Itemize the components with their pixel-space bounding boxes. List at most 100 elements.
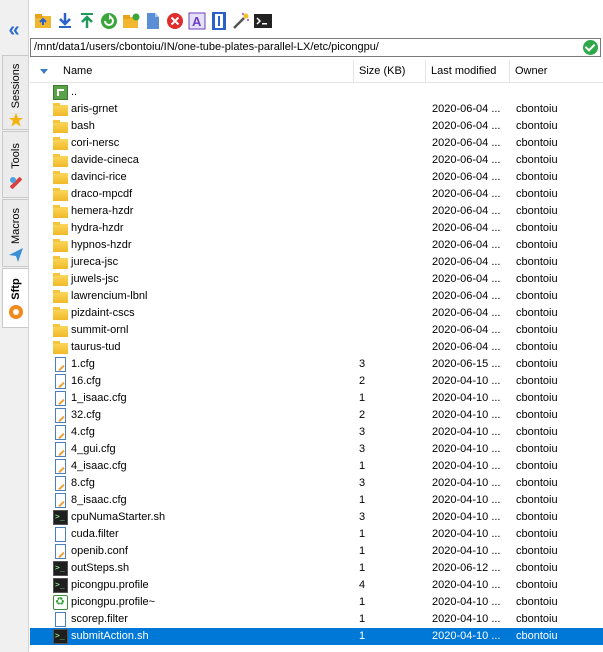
file-row[interactable]: 4_gui.cfg 3 2020-04-10 ... cbontoiu xyxy=(30,441,603,458)
upload-icon[interactable] xyxy=(78,12,96,30)
file-owner: cbontoiu xyxy=(516,154,558,166)
file-modified: 2020-04-10 ... xyxy=(432,477,501,489)
file-row[interactable]: cpuNumaStarter.sh 3 2020-04-10 ... cbontoiu xyxy=(30,508,603,526)
parent-folder-icon[interactable] xyxy=(34,12,52,30)
tab-sftp[interactable]: Sftp xyxy=(2,268,28,328)
file-modified: 2020-06-04 ... xyxy=(432,154,501,166)
file-row[interactable]: outSteps.sh 1 2020-06-12 ... cbontoiu xyxy=(30,559,603,577)
file-row[interactable]: cuda.filter 1 2020-04-10 ... cbontoiu xyxy=(30,526,603,543)
confirm-path-icon[interactable] xyxy=(583,40,598,55)
file-owner: cbontoiu xyxy=(516,562,558,574)
file-row[interactable]: jureca-jsc 2020-06-04 ... cbontoiu xyxy=(30,254,603,271)
file-name: hemera-hzdr xyxy=(71,205,134,217)
file-row[interactable]: openib.conf 1 2020-04-10 ... cbontoiu xyxy=(30,543,603,560)
file-owner: cbontoiu xyxy=(516,613,558,625)
file-row[interactable]: davinci-rice 2020-06-04 ... cbontoiu xyxy=(30,169,603,186)
file-owner: cbontoiu xyxy=(516,205,558,217)
file-row[interactable]: 8.cfg 3 2020-04-10 ... cbontoiu xyxy=(30,475,603,492)
file-row[interactable]: picongpu.profile~ 1 2020-04-10 ... cbontoiu xyxy=(30,594,603,611)
download-icon[interactable] xyxy=(56,12,74,30)
file-name: cpuNumaStarter.sh xyxy=(71,511,166,523)
file-row[interactable]: hemera-hzdr 2020-06-04 ... cbontoiu xyxy=(30,203,603,220)
edit-icon[interactable] xyxy=(210,12,228,30)
file-row[interactable]: aris-grnet 2020-06-04 ... cbontoiu xyxy=(30,101,603,118)
file-row[interactable]: cori-nersc 2020-06-04 ... cbontoiu xyxy=(30,135,603,152)
file-owner: cbontoiu xyxy=(516,528,558,540)
file-modified: 2020-06-04 ... xyxy=(432,256,501,268)
file-modified: 2020-04-10 ... xyxy=(432,613,501,625)
file-modified: 2020-04-10 ... xyxy=(432,528,501,540)
column-header-owner[interactable]: Owner xyxy=(510,60,603,82)
folder-icon xyxy=(53,340,68,355)
file-owner: cbontoiu xyxy=(516,358,558,370)
file-row[interactable]: 8_isaac.cfg 1 2020-04-10 ... cbontoiu xyxy=(30,492,603,509)
sort-arrow-icon[interactable] xyxy=(40,69,48,74)
column-header-size[interactable]: Size (KB) xyxy=(354,60,426,82)
file-name: 16.cfg xyxy=(71,375,101,387)
config-file-icon xyxy=(55,442,66,457)
file-row[interactable]: picongpu.profile 4 2020-04-10 ... cbontoiu xyxy=(30,576,603,594)
file-row[interactable]: davide-cineca 2020-06-04 ... cbontoiu xyxy=(30,152,603,169)
refresh-icon[interactable] xyxy=(100,12,118,30)
file-modified: 2020-06-15 ... xyxy=(432,358,501,370)
rename-icon[interactable]: A xyxy=(188,12,206,30)
file-owner: cbontoiu xyxy=(516,426,558,438)
file-row[interactable]: 16.cfg 2 2020-04-10 ... cbontoiu xyxy=(30,373,603,390)
tab-sessions[interactable]: Sessions xyxy=(2,55,28,130)
tab-tools[interactable]: Tools xyxy=(2,131,28,198)
folder-icon xyxy=(53,238,68,253)
terminal-icon[interactable] xyxy=(254,12,272,30)
file-owner: cbontoiu xyxy=(516,409,558,421)
file-size: 3 xyxy=(359,477,366,489)
folder-icon xyxy=(53,170,68,185)
file-row[interactable]: summit-ornl 2020-06-04 ... cbontoiu xyxy=(30,322,603,339)
file-row[interactable]: .. xyxy=(30,84,603,101)
new-folder-icon[interactable] xyxy=(122,12,140,30)
svg-text:A: A xyxy=(192,14,202,29)
delete-icon[interactable] xyxy=(166,12,184,30)
file-size: 2 xyxy=(359,409,366,421)
wrench-icon xyxy=(10,177,22,189)
file-row[interactable]: 4_isaac.cfg 1 2020-04-10 ... cbontoiu xyxy=(30,458,603,475)
file-name: submitAction.sh xyxy=(71,630,149,642)
file-row[interactable]: lawrencium-lbnl 2020-06-04 ... cbontoiu xyxy=(30,288,603,305)
file-row[interactable]: pizdaint-cscs 2020-06-04 ... cbontoiu xyxy=(30,305,603,322)
file-name: 1.cfg xyxy=(71,358,95,370)
config-file-icon xyxy=(55,408,66,423)
file-name: davinci-rice xyxy=(71,171,127,183)
file-row[interactable]: 4.cfg 3 2020-04-10 ... cbontoiu xyxy=(30,424,603,441)
file-row[interactable]: bash 2020-06-04 ... cbontoiu xyxy=(30,118,603,135)
tab-macros[interactable]: Macros xyxy=(2,199,28,267)
file-owner: cbontoiu xyxy=(516,545,558,557)
file-row[interactable]: hypnos-hzdr 2020-06-04 ... cbontoiu xyxy=(30,237,603,254)
file-owner: cbontoiu xyxy=(516,341,558,353)
file-row[interactable]: 1.cfg 3 2020-06-15 ... cbontoiu xyxy=(30,356,603,373)
file-row[interactable]: juwels-jsc 2020-06-04 ... cbontoiu xyxy=(30,271,603,288)
file-name: jureca-jsc xyxy=(71,256,119,268)
file-modified: 2020-06-04 ... xyxy=(432,324,501,336)
magic-wand-icon[interactable] xyxy=(232,12,250,30)
folder-icon xyxy=(53,136,68,151)
file-owner: cbontoiu xyxy=(516,273,558,285)
file-row[interactable]: scorep.filter 1 2020-04-10 ... cbontoiu xyxy=(30,611,603,628)
file-row[interactable]: 1_isaac.cfg 1 2020-04-10 ... cbontoiu xyxy=(30,390,603,407)
file-owner: cbontoiu xyxy=(516,239,558,251)
column-header-modified[interactable]: Last modified xyxy=(426,60,510,82)
file-row[interactable]: hydra-hzdr 2020-06-04 ... cbontoiu xyxy=(30,220,603,237)
file-name: 8.cfg xyxy=(71,477,95,489)
file-row[interactable]: taurus-tud 2020-06-04 ... cbontoiu xyxy=(30,339,603,356)
new-file-icon[interactable] xyxy=(144,12,162,30)
file-name: hypnos-hzdr xyxy=(71,239,132,251)
file-owner: cbontoiu xyxy=(516,188,558,200)
folder-icon xyxy=(53,221,68,236)
collapse-sidebar-icon[interactable]: « xyxy=(3,20,25,42)
file-row[interactable]: draco-mpcdf 2020-06-04 ... cbontoiu xyxy=(30,186,603,203)
file-row[interactable]: submitAction.sh 1 2020-04-10 ... cbontoiu xyxy=(30,627,603,645)
path-input[interactable]: /mnt/data1/users/cbontoiu/IN/one-tube-pl… xyxy=(30,38,601,57)
column-header-name[interactable]: Name xyxy=(58,60,354,82)
tab-sftp-label: Sftp xyxy=(9,278,22,300)
path-text[interactable]: /mnt/data1/users/cbontoiu/IN/one-tube-pl… xyxy=(34,41,379,53)
file-row[interactable]: 32.cfg 2 2020-04-10 ... cbontoiu xyxy=(30,407,603,424)
file-name: pizdaint-cscs xyxy=(71,307,135,319)
file-modified: 2020-06-04 ... xyxy=(432,307,501,319)
